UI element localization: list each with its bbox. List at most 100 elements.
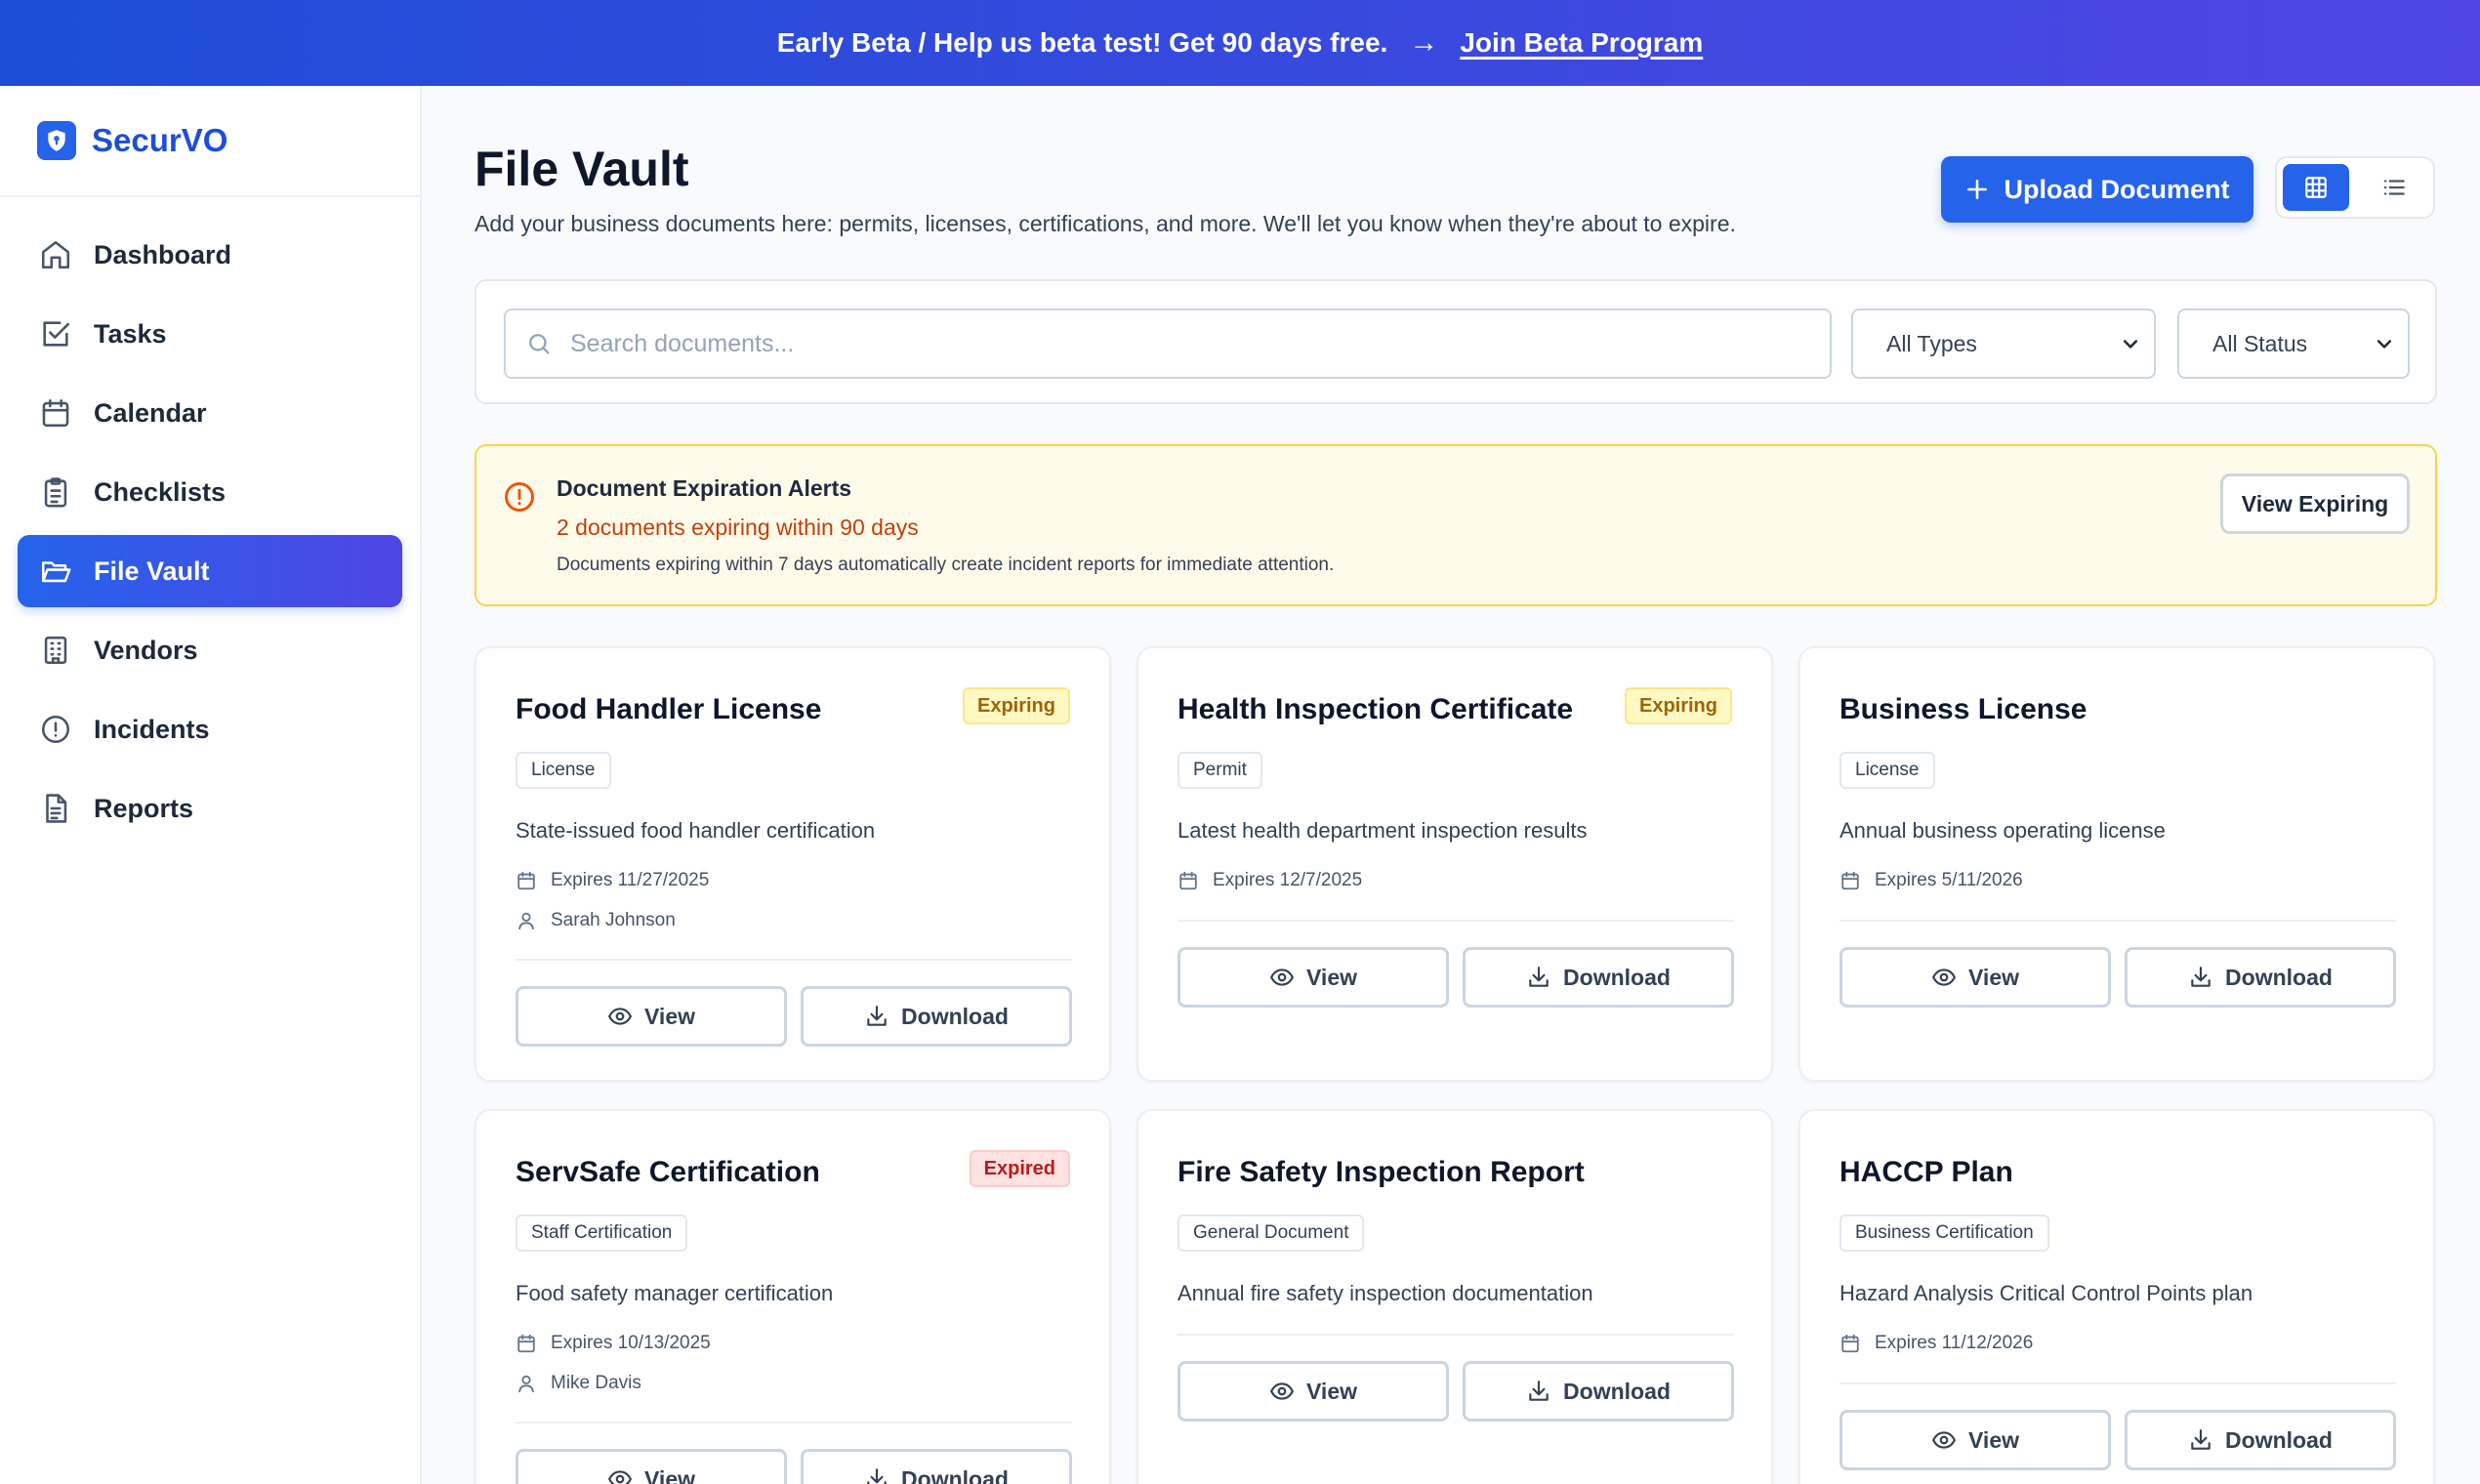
type-filter-select[interactable]: All Types — [1851, 309, 2156, 379]
alert-title: Document Expiration Alerts — [557, 475, 852, 501]
calendar-icon — [516, 870, 537, 891]
search-box[interactable] — [504, 309, 1832, 379]
eye-icon — [1269, 965, 1295, 990]
document-title: ServSafe Certification — [516, 1156, 820, 1188]
download-button[interactable]: Download — [1463, 947, 1734, 1008]
calendar-icon — [1178, 870, 1199, 891]
eye-icon — [1269, 1379, 1295, 1404]
sidebar-item-checklists[interactable]: Checklists — [18, 456, 402, 528]
beta-banner: Early Beta / Help us beta test! Get 90 d… — [0, 0, 2480, 86]
status-badge: Expiring — [962, 687, 1070, 724]
sidebar-item-calendar[interactable]: Calendar — [18, 377, 402, 449]
view-expiring-button[interactable]: View Expiring — [2220, 474, 2410, 534]
download-label: Download — [1563, 1378, 1671, 1404]
status-filter-value: All Status — [2212, 330, 2308, 356]
download-button[interactable]: Download — [2125, 1410, 2396, 1470]
card-divider — [1839, 1382, 2396, 1384]
document-description: Food safety manager certification — [516, 1281, 834, 1305]
document-type-tag: Staff Certification — [516, 1215, 688, 1252]
view-button[interactable]: View — [516, 986, 787, 1047]
sidebar-item-label: Calendar — [94, 397, 207, 428]
sidebar-item-file-vault[interactable]: File Vault — [18, 535, 402, 607]
document-card: ServSafe Certification Expired Staff Cer… — [475, 1109, 1111, 1484]
document-type-tag: License — [1839, 752, 1935, 789]
document-type-tag: Permit — [1178, 752, 1262, 789]
view-button[interactable]: View — [1839, 947, 2111, 1008]
search-input[interactable] — [570, 329, 1791, 358]
brand[interactable]: SecurVO — [0, 86, 420, 197]
list-view-button[interactable] — [2361, 164, 2427, 211]
sidebar-item-incidents[interactable]: Incidents — [18, 693, 402, 765]
download-button[interactable]: Download — [801, 986, 1072, 1047]
download-button[interactable]: Download — [2125, 947, 2396, 1008]
folder-open-icon — [39, 555, 72, 588]
sidebar-item-label: Reports — [94, 793, 194, 823]
page-title: File Vault — [475, 142, 689, 196]
alert-note: Documents expiring within 7 days automat… — [557, 555, 1335, 575]
search-icon — [525, 330, 553, 357]
view-toggle — [2275, 156, 2435, 219]
card-divider — [516, 1422, 1072, 1423]
sidebar: SecurVO Dashboard Tasks Calendar Checkli… — [0, 86, 422, 1484]
download-icon — [1526, 965, 1551, 990]
document-description: Annual fire safety inspection documentat… — [1178, 1281, 1593, 1305]
upload-document-label: Upload Document — [2004, 174, 2230, 204]
expiration-alert: Document Expiration Alerts 2 documents e… — [475, 444, 2437, 606]
view-button[interactable]: View — [1178, 1361, 1449, 1422]
document-description: Annual business operating license — [1839, 818, 2166, 843]
expiry-text: Expires 11/27/2025 — [551, 870, 710, 890]
calendar-icon — [1839, 870, 1861, 891]
upload-document-button[interactable]: Upload Document — [1941, 156, 2253, 223]
view-button[interactable]: View — [516, 1449, 787, 1484]
join-beta-link[interactable]: Join Beta Program — [1460, 27, 1703, 59]
document-type-tag: License — [516, 752, 611, 789]
grid-view-button[interactable] — [2283, 164, 2349, 211]
download-icon — [2188, 1427, 2213, 1453]
download-label: Download — [901, 1003, 1009, 1029]
shield-logo-icon — [37, 121, 76, 160]
download-label: Download — [1563, 964, 1671, 990]
status-filter-select[interactable]: All Status — [2177, 309, 2410, 379]
card-divider — [1178, 1334, 1734, 1336]
eye-icon — [607, 1466, 633, 1484]
sidebar-item-vendors[interactable]: Vendors — [18, 614, 402, 686]
status-badge: Expiring — [1624, 687, 1732, 724]
sidebar-item-tasks[interactable]: Tasks — [18, 298, 402, 370]
document-card: Fire Safety Inspection Report General Do… — [1137, 1109, 1773, 1484]
sidebar-item-reports[interactable]: Reports — [18, 772, 402, 845]
expiry-text: Expires 11/12/2026 — [1875, 1333, 2034, 1353]
calendar-icon — [516, 1333, 537, 1354]
download-button[interactable]: Download — [1463, 1361, 1734, 1422]
card-divider — [1178, 920, 1734, 922]
status-badge: Expired — [969, 1150, 1070, 1187]
checkbox-icon — [39, 317, 72, 350]
eye-icon — [1931, 965, 1957, 990]
expiry-date: Expires 11/27/2025 — [516, 866, 709, 895]
main-content: File Vault Add your business documents h… — [422, 86, 2480, 1484]
plus-icon — [1964, 177, 1990, 202]
building-icon — [39, 634, 72, 667]
view-label: View — [1306, 1378, 1357, 1404]
home-icon — [39, 238, 72, 271]
type-filter-value: All Types — [1886, 330, 1977, 356]
document-card: Health Inspection Certificate Expiring P… — [1137, 646, 1773, 1082]
view-button[interactable]: View — [1178, 947, 1449, 1008]
sidebar-nav: Dashboard Tasks Calendar Checklists File… — [0, 197, 420, 873]
expiry-text: Expires 5/11/2026 — [1875, 870, 2023, 890]
calendar-icon — [39, 396, 72, 430]
card-divider — [516, 959, 1072, 961]
download-button[interactable]: Download — [801, 1449, 1072, 1484]
eye-icon — [1931, 1427, 1957, 1453]
grid-icon — [2303, 175, 2329, 200]
eye-icon — [607, 1004, 633, 1029]
view-label: View — [644, 1003, 695, 1029]
document-title: Fire Safety Inspection Report — [1178, 1156, 1585, 1188]
assignee: Sarah Johnson — [516, 906, 676, 935]
user-icon — [516, 910, 537, 931]
view-button[interactable]: View — [1839, 1410, 2111, 1470]
view-label: View — [644, 1465, 695, 1484]
arrow-right-icon: → — [1409, 26, 1439, 59]
sidebar-item-dashboard[interactable]: Dashboard — [18, 219, 402, 291]
download-icon — [1526, 1379, 1551, 1404]
alert-count: 2 documents expiring within 90 days — [557, 515, 919, 540]
